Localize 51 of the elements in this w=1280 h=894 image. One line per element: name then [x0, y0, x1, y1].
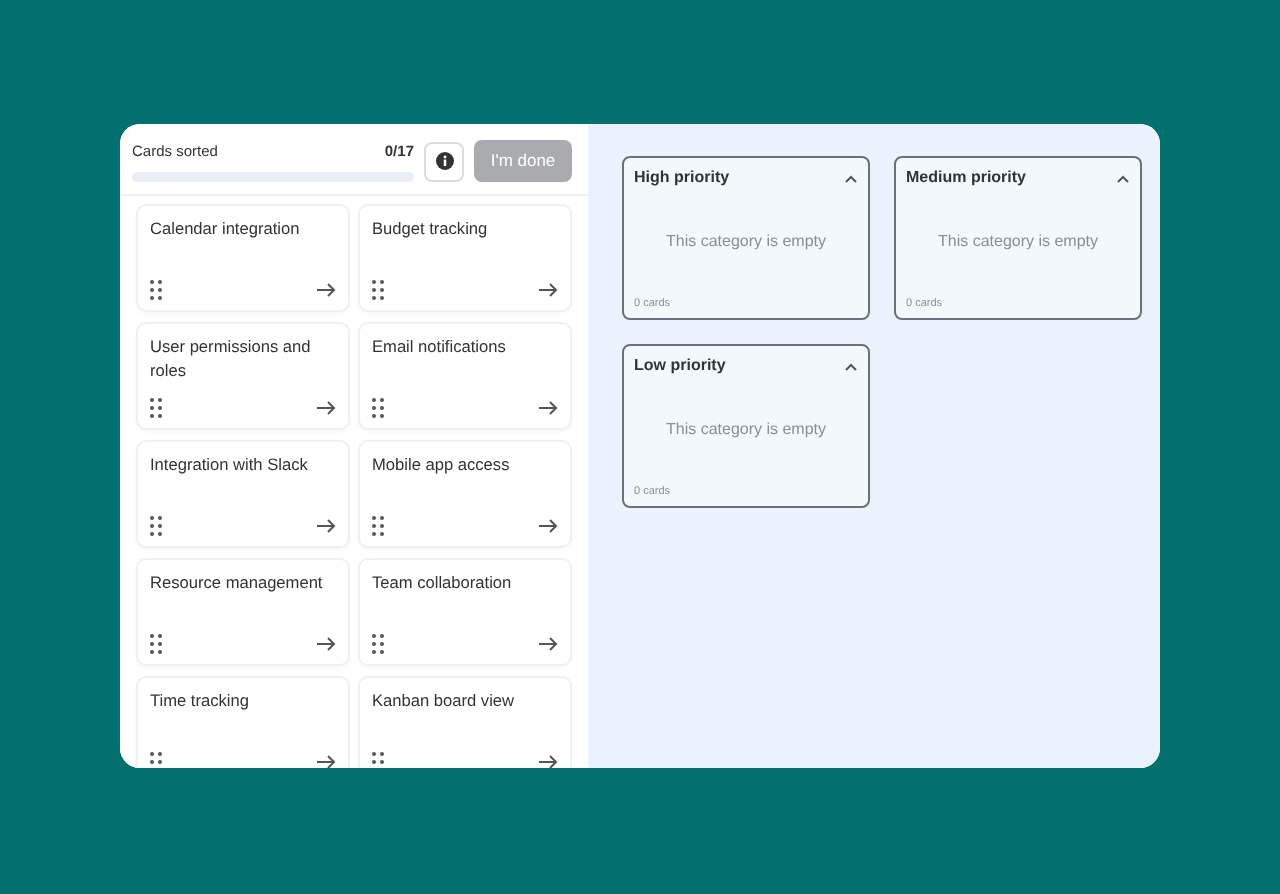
empty-message: This category is empty [935, 230, 1101, 255]
drag-handle-icon[interactable] [372, 634, 384, 655]
card-title: Mobile app access [372, 454, 512, 478]
drag-handle-icon[interactable] [150, 634, 162, 655]
card-title: User permissions and roles [150, 336, 313, 383]
info-button[interactable] [424, 141, 464, 182]
drag-handle-icon[interactable] [372, 752, 384, 768]
category-title: High priority [634, 166, 730, 190]
card-title: Time tracking [150, 690, 251, 714]
drag-handle-icon[interactable] [372, 516, 384, 537]
caret-icon[interactable] [844, 173, 858, 183]
category-title: Medium priority [906, 166, 1027, 190]
category-title: Low priority [634, 354, 726, 378]
card-title: Team collaboration [372, 572, 514, 596]
arrow-right-icon[interactable] [316, 754, 336, 768]
card-title: Integration with Slack [150, 454, 310, 478]
drag-handle-icon[interactable] [150, 516, 162, 537]
empty-message: This category is empty [663, 418, 829, 443]
sort-card[interactable]: Calendar integration [136, 204, 350, 313]
arrow-right-icon[interactable] [538, 636, 558, 653]
arrow-right-icon[interactable] [316, 400, 336, 417]
empty-message: This category is empty [663, 230, 829, 255]
sort-card[interactable]: Time tracking [136, 676, 350, 768]
sort-card[interactable]: Mobile app access [358, 440, 572, 549]
arrow-right-icon[interactable] [316, 282, 336, 299]
sort-card[interactable]: Resource management [136, 558, 350, 667]
sort-card[interactable]: Integration with Slack [136, 440, 350, 549]
sort-card[interactable]: Team collaboration [358, 558, 572, 667]
arrow-right-icon[interactable] [316, 636, 336, 653]
drag-handle-icon[interactable] [372, 280, 384, 301]
sort-card[interactable]: Budget tracking [358, 204, 572, 313]
info-icon [435, 152, 453, 171]
sort-card[interactable]: User permissions and roles [136, 322, 350, 431]
arrow-right-icon[interactable] [538, 518, 558, 535]
caret-icon[interactable] [1116, 173, 1130, 183]
sort-card[interactable]: Email notifications [358, 322, 572, 431]
drag-handle-icon[interactable] [372, 398, 384, 419]
card-title: Calendar integration [150, 218, 302, 242]
drag-handle-icon[interactable] [150, 280, 162, 301]
arrow-right-icon[interactable] [538, 400, 558, 417]
card-title: Kanban board view [372, 690, 517, 714]
arrow-right-icon[interactable] [538, 754, 558, 768]
sort-card[interactable]: Kanban board view [358, 676, 572, 768]
drag-handle-icon[interactable] [150, 398, 162, 419]
arrow-right-icon[interactable] [538, 282, 558, 299]
drag-handle-icon[interactable] [150, 752, 162, 768]
card-title: Resource management [150, 572, 325, 596]
arrow-right-icon[interactable] [316, 518, 336, 535]
card-title: Budget tracking [372, 218, 490, 242]
caret-icon[interactable] [844, 361, 858, 371]
card-title: Email notifications [372, 336, 508, 360]
